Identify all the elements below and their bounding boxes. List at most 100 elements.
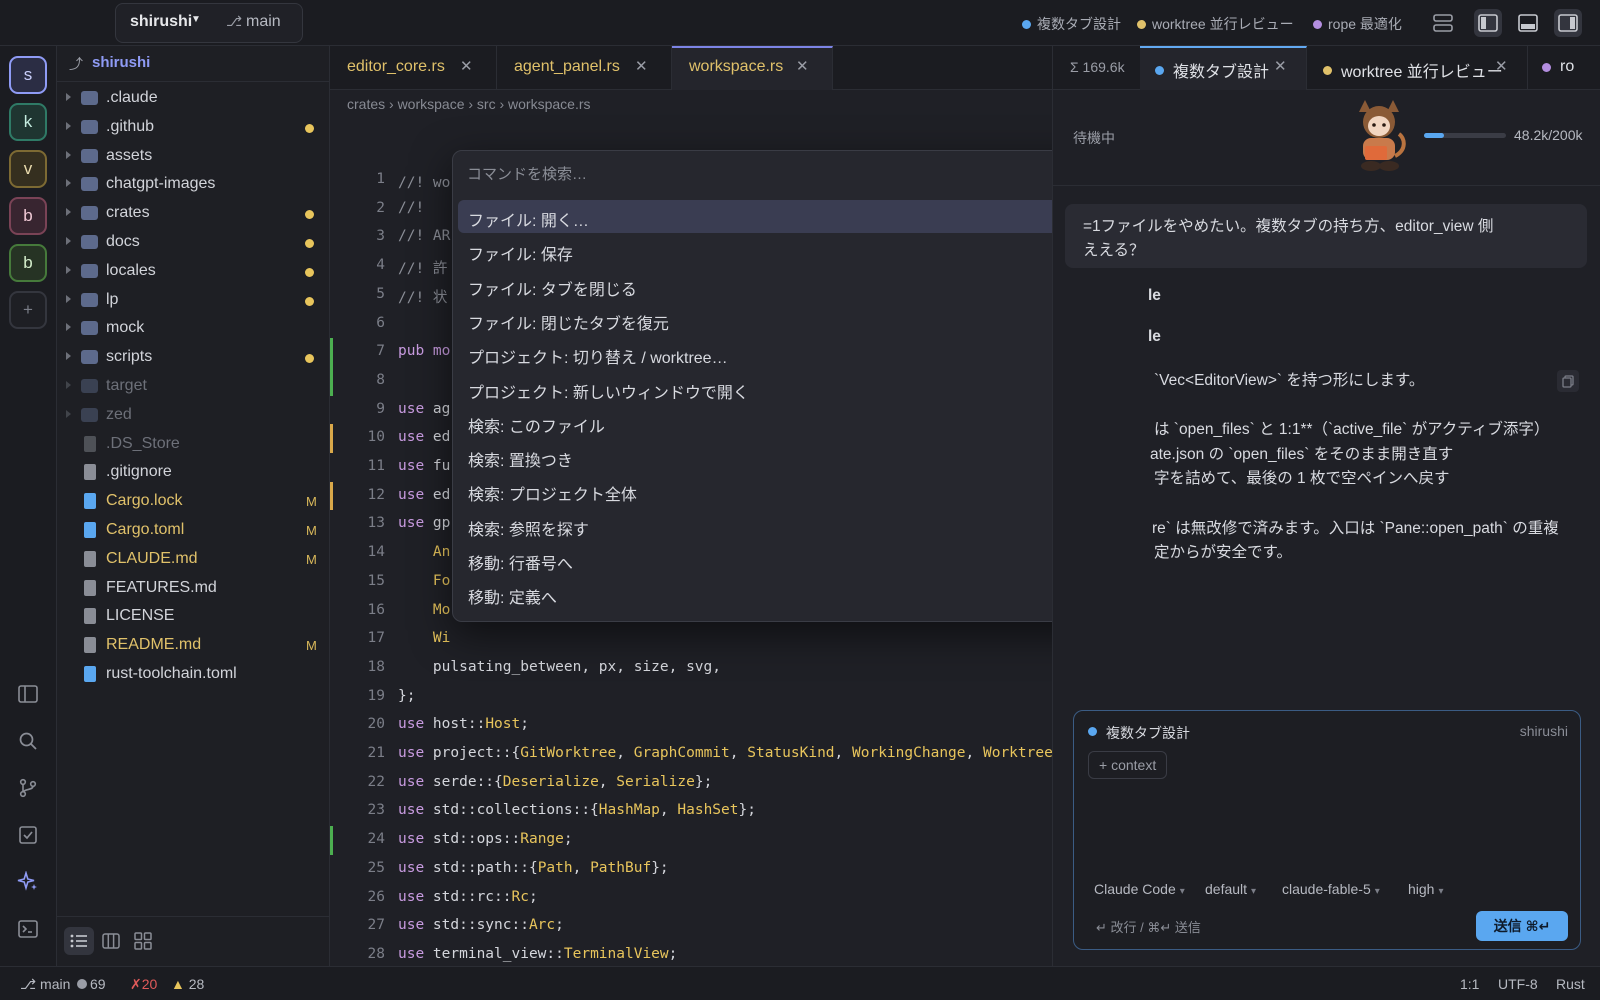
command-item[interactable]: プロジェクト: 新しいウィンドウで開く⌘⇧N (458, 372, 1144, 405)
chevron-right-icon[interactable] (66, 294, 71, 303)
code-line[interactable]: 21 use project::{GitWorktree, GraphCommit… (330, 740, 1062, 769)
effort-select[interactable]: high ▾ (1408, 881, 1444, 897)
command-item[interactable]: ファイル: 保存⌘S (458, 234, 1144, 267)
command-item[interactable]: 検索: プロジェクト全体⌘⇧F (458, 474, 1144, 507)
grid-view-icon[interactable] (128, 927, 158, 955)
tree-folder[interactable]: lp (57, 286, 330, 315)
mode-select[interactable]: default ▾ (1205, 881, 1256, 897)
chevron-down-icon[interactable]: ▼ (191, 14, 201, 25)
command-search-input[interactable]: コマンドを検索… (467, 163, 587, 184)
columns-view-icon[interactable] (96, 927, 126, 955)
command-item[interactable]: ファイル: タブを閉じる⌘W (458, 269, 1144, 302)
command-item[interactable]: 検索: 置換つき⌘⌥F (458, 440, 1144, 473)
tree-folder[interactable]: scripts (57, 343, 330, 372)
model-select[interactable]: claude-fable-5 ▾ (1282, 881, 1380, 897)
language-mode[interactable]: Rust (1556, 976, 1585, 992)
cursor-position[interactable]: 1:1 (1460, 976, 1479, 992)
command-item[interactable]: 移動: 定義へF12 (458, 577, 1144, 610)
copy-icon[interactable] (1557, 370, 1579, 392)
status-branch[interactable]: ⎇ main (20, 976, 70, 993)
tree-folder[interactable]: .claude (57, 84, 330, 113)
explorer-root-name[interactable]: shirushi (92, 54, 150, 71)
code-line[interactable]: 23 use std::collections::{HashMap, HashSe… (330, 797, 1052, 826)
message-input[interactable] (1088, 787, 1568, 871)
code-line[interactable]: 18 pulsating_between, px, size, svg, (330, 654, 1052, 683)
status-warnings[interactable]: ▲ 28 (171, 976, 204, 992)
add-project-button[interactable]: + (9, 291, 47, 329)
tree-file[interactable]: rust-toolchain.toml (57, 660, 330, 689)
code-line[interactable]: 27 use std::sync::Arc; (330, 912, 1052, 941)
tree-file[interactable]: .gitignore (57, 458, 330, 487)
command-item[interactable]: ファイル: 閉じたタブを復元⌘⇧T (458, 303, 1144, 336)
tree-file[interactable]: CLAUDE.md M (57, 545, 330, 574)
toggle-bottom-dock-icon[interactable] (1514, 9, 1542, 37)
status-errors[interactable]: ✗20 (130, 976, 157, 993)
command-item[interactable]: プロジェクト: 切り替え / worktree…⌘O (458, 337, 1144, 370)
tree-folder[interactable]: chatgpt-images (57, 170, 330, 199)
tree-file[interactable]: LICENSE (57, 602, 330, 631)
tree-file[interactable]: FEATURES.md (57, 574, 330, 603)
code-line[interactable]: 24 use std::ops::Range; (330, 826, 1052, 855)
chevron-right-icon[interactable] (66, 381, 71, 389)
chevron-right-icon[interactable] (66, 121, 71, 130)
chevron-right-icon[interactable] (66, 93, 71, 101)
close-icon[interactable]: ✕ (460, 57, 473, 75)
chevron-right-icon[interactable] (66, 208, 71, 217)
status-changes[interactable]: 69 (77, 976, 106, 992)
tree-folder[interactable]: docs (57, 228, 330, 257)
project-badge[interactable]: b (9, 244, 47, 282)
add-context-button[interactable]: + context (1088, 751, 1168, 779)
close-icon[interactable]: ✕ (796, 57, 809, 75)
project-badge[interactable]: k (9, 103, 47, 141)
tree-folder[interactable]: target (57, 372, 330, 401)
tree-file[interactable]: Cargo.lock M (57, 487, 330, 516)
close-icon[interactable]: ✕ (635, 57, 648, 75)
chevron-right-icon[interactable] (66, 323, 71, 332)
code-line[interactable]: 26 use std::rc::Rc; (330, 884, 1052, 913)
project-badge[interactable]: v (9, 150, 47, 188)
chevron-right-icon[interactable] (66, 409, 71, 418)
tree-folder[interactable]: .github (57, 113, 330, 142)
session-pill[interactable]: 複数タブ設計 (1022, 14, 1121, 34)
agent-tab-active[interactable]: 複数タブ設計 ✕ (1140, 46, 1307, 90)
command-item[interactable]: 検索: このファイル⌘F (458, 406, 1144, 439)
tree-folder[interactable]: crates (57, 199, 330, 228)
chevron-right-icon[interactable] (66, 265, 71, 274)
source-control-icon[interactable] (16, 776, 40, 800)
code-line[interactable]: 22 use serde::{Deserialize, Serialize}; (330, 769, 1052, 798)
code-line[interactable]: 20 use host::Host; (330, 711, 1052, 740)
code-line[interactable]: 25 use std::path::{Path, PathBuf}; (330, 855, 1052, 884)
command-item[interactable]: 移動: 行番号へ^G (458, 543, 1144, 576)
list-view-icon[interactable] (64, 927, 94, 955)
code-line[interactable]: 19}; (330, 683, 1052, 712)
tree-folder[interactable]: mock (57, 314, 330, 343)
file-encoding[interactable]: UTF-8 (1498, 976, 1538, 992)
editor-tab[interactable]: editor_core.rs ✕ (330, 46, 497, 90)
split-layout-icon[interactable] (1429, 9, 1457, 37)
tree-folder[interactable]: assets (57, 142, 330, 171)
editor-tab-active[interactable]: workspace.rs ✕ (672, 46, 833, 90)
breadcrumb[interactable]: crates › workspace › src › workspace.rs (347, 96, 591, 112)
close-icon[interactable]: ✕ (1495, 57, 1508, 75)
terminal-icon[interactable] (16, 917, 40, 941)
branch-name[interactable]: main (246, 13, 281, 31)
agent-select[interactable]: Claude Code ▾ (1094, 881, 1185, 897)
search-icon[interactable] (16, 729, 40, 753)
session-pill[interactable]: worktree 並行レビュー (1137, 14, 1294, 34)
editor-tab[interactable]: agent_panel.rs ✕ (497, 46, 672, 90)
toggle-right-dock-icon[interactable] (1554, 9, 1582, 37)
code-line[interactable]: 17 Wi (330, 625, 1052, 654)
chevron-right-icon[interactable] (66, 237, 71, 245)
project-badge[interactable]: s (9, 56, 47, 94)
agent-tab[interactable]: worktree 並行レビュー ✕ (1307, 46, 1528, 90)
tree-file[interactable]: Cargo.toml M (57, 516, 330, 545)
chevron-right-icon[interactable] (66, 352, 71, 361)
ai-sparkle-icon[interactable] (16, 870, 40, 894)
command-item[interactable]: 検索: 参照を探す⇧F12 (458, 509, 1144, 542)
tree-file[interactable]: .DS_Store (57, 430, 330, 459)
sidebar-toggle-icon[interactable] (16, 682, 40, 706)
command-item[interactable]: ファイル: 開く…⌘P (458, 200, 1144, 233)
tree-folder[interactable]: zed (57, 401, 330, 430)
chevron-right-icon[interactable] (66, 179, 71, 188)
project-badge[interactable]: b (9, 197, 47, 235)
